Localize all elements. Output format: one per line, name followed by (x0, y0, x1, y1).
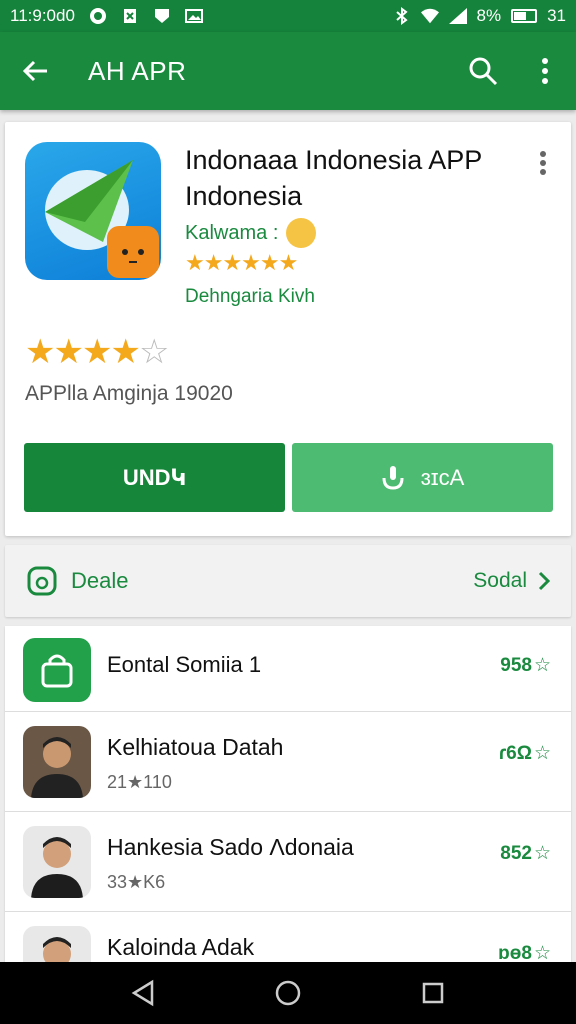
arrow-left-icon (22, 60, 47, 82)
item-subtitle: 33★K6 (107, 872, 166, 892)
notification-icon (89, 8, 107, 24)
status-clock: 31 (547, 6, 566, 25)
star-icon: ★ (110, 333, 141, 371)
emoji-badge-icon (286, 218, 317, 248)
app-list: Eontal Somiia 1 958 ☆ Kelhiatoua Datah 2… (5, 626, 571, 962)
install-button[interactable]: UNDԿ (24, 443, 285, 512)
usb-icon (121, 8, 139, 24)
search-icon (469, 57, 498, 86)
person-photo (23, 926, 91, 962)
star-outline-icon: ☆ (533, 743, 551, 764)
person-photo (23, 726, 91, 798)
item-title: Hankesia Sado Λdonaia (107, 834, 354, 860)
list-item[interactable]: Hankesia Sado Λdonaia 33★K6 852 ☆ (5, 812, 571, 912)
app-icon (25, 142, 161, 280)
developer-link[interactable]: Kalwama : (185, 218, 317, 248)
item-title: Eontal Somiia 1 (107, 652, 262, 677)
star-outline-icon: ☆ (533, 843, 551, 864)
battery-percent: 8% (476, 6, 502, 25)
wifi-icon (420, 8, 439, 24)
status-bar: 11:9:0d0 8% 31 (0, 0, 576, 32)
star-outline-icon: ☆ (138, 333, 170, 371)
item-title: Kaloinda Adak (107, 934, 255, 960)
secondary-action-button[interactable]: ɜɪcA (292, 443, 553, 512)
deals-row[interactable]: Deale Sodal (5, 545, 571, 617)
item-subtitle: 21★110 (107, 772, 172, 792)
nav-recents-button[interactable] (413, 973, 453, 1013)
app-detail-card: Indonaaa Indonesia APP Indonesia Kalwama… (5, 122, 571, 536)
deals-more-label: Sodal (473, 569, 527, 592)
square-recents-icon (423, 982, 444, 1004)
category-link[interactable]: Dehngaria Kivh (185, 286, 315, 308)
developer-name: Kalwama : (185, 221, 279, 244)
item-rating: ɒɵ8 ☆ (498, 942, 551, 963)
back-button[interactable] (0, 32, 70, 110)
status-time: 11:9:0d0 (10, 6, 75, 25)
more-vertical-icon (542, 58, 548, 84)
list-item[interactable]: Kaloinda Adak ɒɵ8 ☆ (5, 912, 571, 962)
battery-icon (511, 9, 538, 23)
small-rating-stars: ★★★★★★ (185, 250, 298, 275)
deals-more-link[interactable]: Sodal (473, 569, 551, 593)
rating-stars: ★★★★☆ (25, 332, 170, 372)
triangle-back-icon (131, 979, 153, 1007)
search-button[interactable] (452, 32, 514, 110)
bag-icon (23, 638, 91, 702)
list-item[interactable]: Kelhiatoua Datah 21★110 ɾ6Ω ☆ (5, 712, 571, 812)
secondary-action-label: ɜɪcA (420, 464, 465, 490)
page-title: AH APR (88, 55, 187, 86)
nav-home-button[interactable] (268, 973, 308, 1013)
star-outline-icon: ☆ (533, 943, 551, 962)
app-more-button[interactable] (531, 148, 555, 178)
star-icon: ★ (53, 333, 84, 371)
item-rating: 852 ☆ (500, 842, 551, 865)
circle-home-icon (275, 980, 301, 1006)
more-vertical-icon (540, 151, 546, 175)
signal-icon (448, 8, 467, 24)
item-title: Kelhiatoua Datah (107, 734, 284, 760)
item-rating: ɾ6Ω ☆ (498, 742, 551, 765)
app-name: Indonaaa Indonesia APP Indonesia (185, 145, 482, 211)
image-icon (184, 8, 203, 24)
person-photo (23, 826, 91, 898)
download-icon (382, 465, 404, 490)
star-outline-icon: ☆ (533, 655, 551, 676)
nav-back-button[interactable] (123, 973, 163, 1013)
list-item[interactable]: Eontal Somiia 1 958 ☆ (5, 626, 571, 712)
bluetooth-icon (393, 7, 411, 25)
star-icon: ★ (81, 333, 113, 371)
item-rating: 958 ☆ (500, 654, 551, 677)
shield-icon (153, 8, 171, 24)
overflow-menu-button[interactable] (514, 32, 576, 110)
chevron-right-icon (538, 571, 551, 591)
system-nav-bar (0, 962, 576, 1024)
app-badge-icon (107, 226, 159, 278)
deals-label: Deale (71, 568, 129, 593)
tag-icon (27, 566, 57, 596)
app-meta: APPlla Amginja 19020 (25, 382, 233, 405)
star-icon: ★ (25, 333, 56, 371)
app-bar: AH APR (0, 32, 576, 110)
